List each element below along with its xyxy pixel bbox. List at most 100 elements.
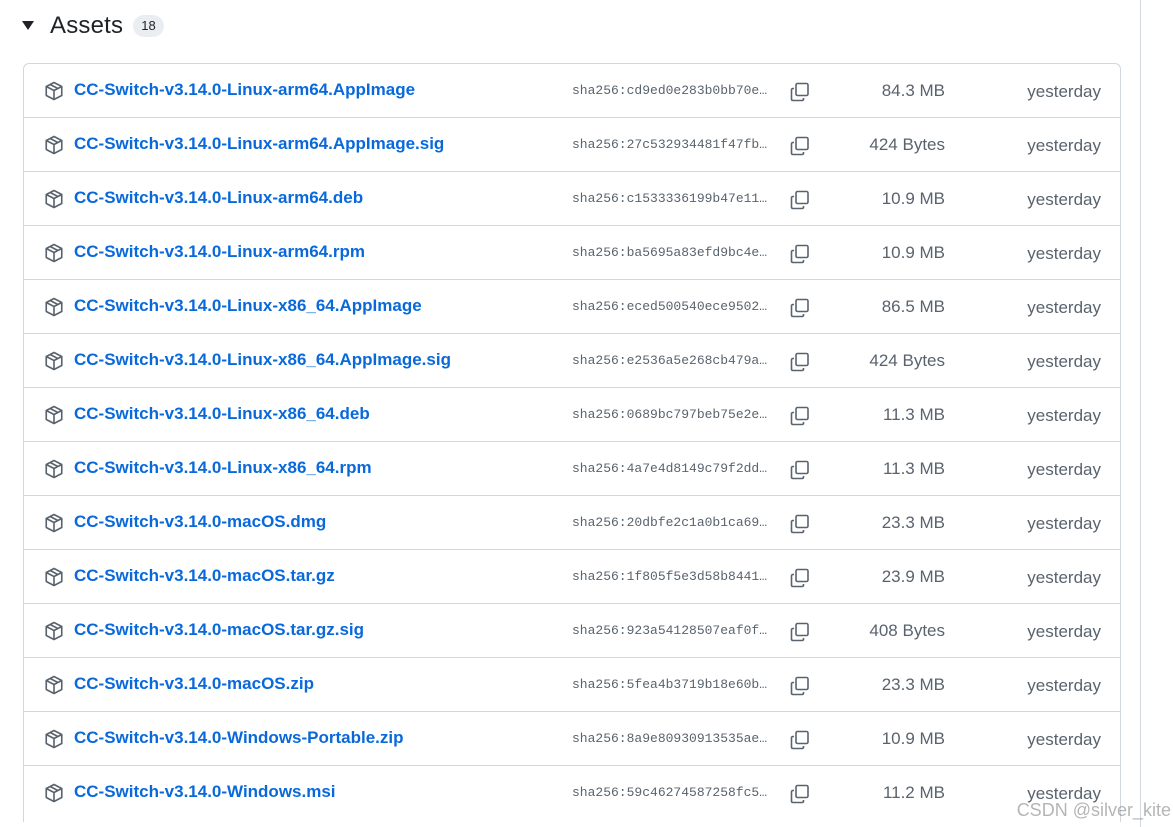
copy-icon[interactable]: [789, 405, 811, 427]
asset-download-link[interactable]: CC-Switch-v3.14.0-Linux-x86_64.rpm: [74, 458, 372, 478]
asset-download-link[interactable]: CC-Switch-v3.14.0-Linux-arm64.deb: [74, 188, 363, 208]
asset-download-link[interactable]: CC-Switch-v3.14.0-macOS.tar.gz.sig: [74, 620, 364, 640]
copy-icon[interactable]: [789, 783, 811, 805]
package-icon: [44, 297, 64, 317]
package-icon: [44, 513, 64, 533]
asset-row: CC-Switch-v3.14.0-Linux-x86_64.AppImage …: [24, 280, 1120, 334]
asset-row: CC-Switch-v3.14.0-macOS.tar.gz sha256:1f…: [24, 550, 1120, 604]
assets-title[interactable]: Assets: [50, 12, 123, 40]
asset-sha256: sha256:eced500540ece9502…: [572, 299, 768, 314]
package-icon: [44, 459, 64, 479]
asset-size: 23.9 MB: [881, 567, 945, 586]
asset-sha256: sha256:0689bc797beb75e2e…: [572, 407, 768, 422]
asset-download-link[interactable]: CC-Switch-v3.14.0-macOS.zip: [74, 674, 314, 694]
package-icon: [44, 405, 64, 425]
copy-icon[interactable]: [789, 567, 811, 589]
asset-date: yesterday: [1027, 784, 1101, 803]
asset-row: CC-Switch-v3.14.0-Linux-arm64.deb sha256…: [24, 172, 1120, 226]
asset-size: 424 Bytes: [869, 351, 945, 370]
panel-border: [1140, 0, 1141, 827]
asset-row: CC-Switch-v3.14.0-macOS.tar.gz.sig sha25…: [24, 604, 1120, 658]
asset-sha256: sha256:27c532934481f47fb…: [572, 137, 768, 152]
asset-row: CC-Switch-v3.14.0-Linux-arm64.AppImage s…: [24, 64, 1120, 118]
copy-icon[interactable]: [789, 189, 811, 211]
copy-icon[interactable]: [789, 243, 811, 265]
asset-date: yesterday: [1027, 676, 1101, 695]
asset-sha256: sha256:e2536a5e268cb479a…: [572, 353, 768, 368]
asset-date: yesterday: [1027, 730, 1101, 749]
asset-size: 86.5 MB: [881, 297, 945, 316]
package-icon: [44, 621, 64, 641]
asset-sha256: sha256:8a9e80930913535ae…: [572, 731, 768, 746]
copy-icon[interactable]: [789, 351, 811, 373]
asset-date: yesterday: [1027, 622, 1101, 641]
asset-download-link[interactable]: CC-Switch-v3.14.0-Linux-x86_64.AppImage.…: [74, 350, 451, 370]
asset-size: 10.9 MB: [881, 243, 945, 262]
asset-date: yesterday: [1027, 406, 1101, 425]
asset-size: 408 Bytes: [869, 621, 945, 640]
package-icon: [44, 351, 64, 371]
triangle-down-icon[interactable]: [20, 18, 36, 34]
asset-size: 424 Bytes: [869, 135, 945, 154]
asset-date: yesterday: [1027, 190, 1101, 209]
asset-row: CC-Switch-v3.14.0-Linux-x86_64.deb sha25…: [24, 388, 1120, 442]
copy-icon[interactable]: [789, 675, 811, 697]
assets-list: CC-Switch-v3.14.0-Linux-arm64.AppImage s…: [23, 63, 1121, 822]
asset-date: yesterday: [1027, 298, 1101, 317]
asset-download-link[interactable]: CC-Switch-v3.14.0-Linux-x86_64.AppImage: [74, 296, 422, 316]
asset-size: 84.3 MB: [881, 81, 945, 100]
asset-download-link[interactable]: CC-Switch-v3.14.0-macOS.dmg: [74, 512, 326, 532]
asset-row: CC-Switch-v3.14.0-Windows-Portable.zip s…: [24, 712, 1120, 766]
copy-icon[interactable]: [789, 135, 811, 157]
asset-row: CC-Switch-v3.14.0-Windows.msi sha256:59c…: [24, 766, 1120, 822]
package-icon: [44, 243, 64, 263]
asset-sha256: sha256:1f805f5e3d58b8441…: [572, 569, 768, 584]
asset-sha256: sha256:5fea4b3719b18e60b…: [572, 677, 768, 692]
copy-icon[interactable]: [789, 621, 811, 643]
asset-sha256: sha256:cd9ed0e283b0bb70e…: [572, 83, 768, 98]
asset-size: 11.2 MB: [882, 783, 945, 802]
asset-download-link[interactable]: CC-Switch-v3.14.0-Linux-arm64.AppImage.s…: [74, 134, 444, 154]
asset-download-link[interactable]: CC-Switch-v3.14.0-Linux-arm64.AppImage: [74, 80, 415, 100]
asset-date: yesterday: [1027, 460, 1101, 479]
package-icon: [44, 81, 64, 101]
asset-row: CC-Switch-v3.14.0-Linux-x86_64.rpm sha25…: [24, 442, 1120, 496]
asset-download-link[interactable]: CC-Switch-v3.14.0-Linux-arm64.rpm: [74, 242, 365, 262]
copy-icon[interactable]: [789, 81, 811, 103]
asset-download-link[interactable]: CC-Switch-v3.14.0-Windows-Portable.zip: [74, 728, 404, 748]
asset-size: 11.3 MB: [882, 405, 945, 424]
asset-row: CC-Switch-v3.14.0-Linux-x86_64.AppImage.…: [24, 334, 1120, 388]
asset-size: 23.3 MB: [881, 513, 945, 532]
package-icon: [44, 189, 64, 209]
asset-sha256: sha256:59c46274587258fc5…: [572, 785, 768, 800]
assets-header: Assets 18: [20, 8, 164, 44]
copy-icon[interactable]: [789, 729, 811, 751]
asset-size: 23.3 MB: [881, 675, 945, 694]
asset-date: yesterday: [1027, 82, 1101, 101]
package-icon: [44, 135, 64, 155]
asset-row: CC-Switch-v3.14.0-Linux-arm64.AppImage.s…: [24, 118, 1120, 172]
asset-sha256: sha256:20dbfe2c1a0b1ca69…: [572, 515, 768, 530]
copy-icon[interactable]: [789, 459, 811, 481]
asset-download-link[interactable]: CC-Switch-v3.14.0-macOS.tar.gz: [74, 566, 335, 586]
asset-download-link[interactable]: CC-Switch-v3.14.0-Windows.msi: [74, 782, 336, 802]
package-icon: [44, 729, 64, 749]
asset-date: yesterday: [1027, 244, 1101, 263]
release-assets-page: Assets 18 CC-Switch-v3.14.0-Linux-arm64.…: [0, 0, 1173, 827]
asset-row: CC-Switch-v3.14.0-Linux-arm64.rpm sha256…: [24, 226, 1120, 280]
asset-date: yesterday: [1027, 136, 1101, 155]
asset-date: yesterday: [1027, 352, 1101, 371]
copy-icon[interactable]: [789, 297, 811, 319]
assets-count-badge: 18: [133, 15, 164, 37]
asset-download-link[interactable]: CC-Switch-v3.14.0-Linux-x86_64.deb: [74, 404, 370, 424]
copy-icon[interactable]: [789, 513, 811, 535]
asset-sha256: sha256:c1533336199b47e11…: [572, 191, 768, 206]
package-icon: [44, 567, 64, 587]
asset-size: 11.3 MB: [882, 459, 945, 478]
asset-size: 10.9 MB: [881, 729, 945, 748]
package-icon: [44, 783, 64, 803]
asset-row: CC-Switch-v3.14.0-macOS.dmg sha256:20dbf…: [24, 496, 1120, 550]
asset-date: yesterday: [1027, 514, 1101, 533]
asset-date: yesterday: [1027, 568, 1101, 587]
package-icon: [44, 675, 64, 695]
